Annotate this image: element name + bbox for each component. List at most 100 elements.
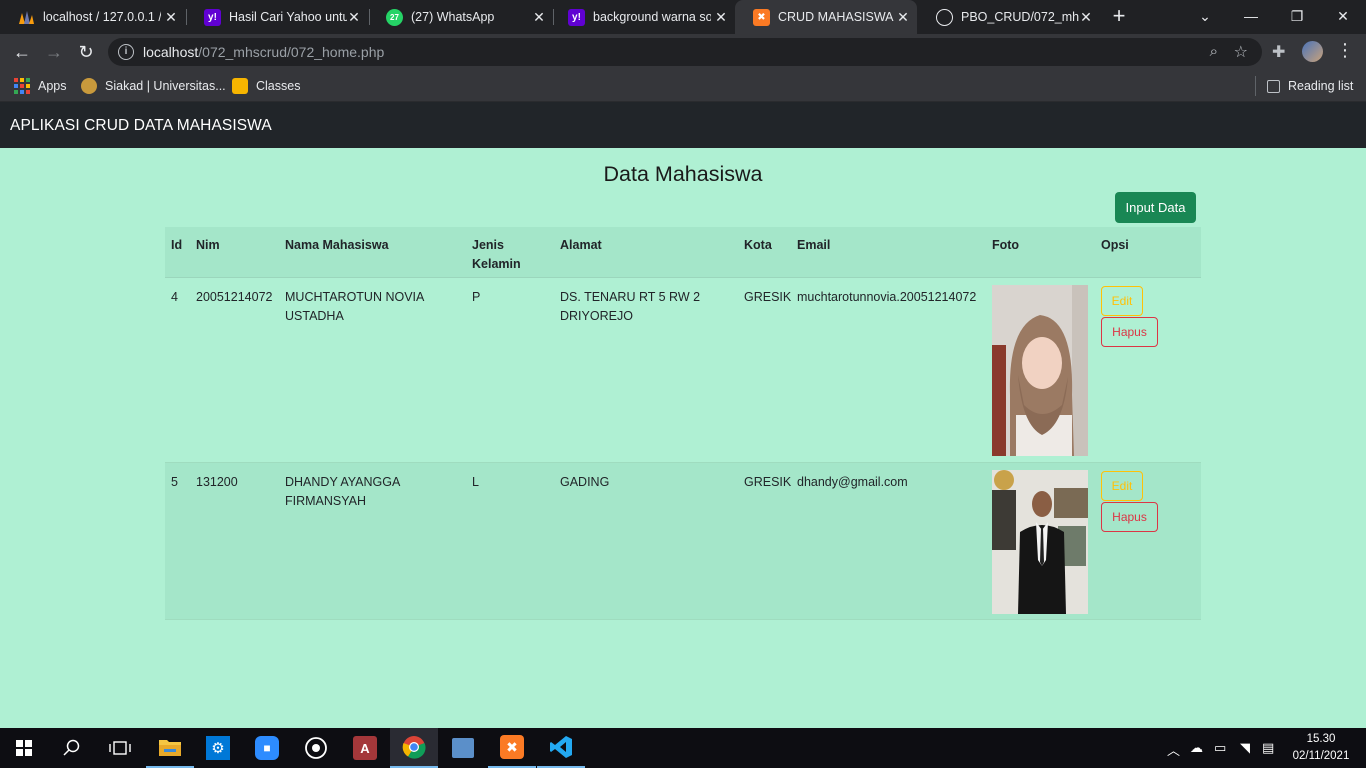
tab-github[interactable]: PBO_CRUD/072_mhsc ✕ <box>918 0 1100 34</box>
close-icon[interactable]: ✕ <box>163 9 179 25</box>
reading-list-button[interactable]: Reading list <box>1267 76 1353 96</box>
header-id: Id <box>171 238 183 252</box>
cortana-icon[interactable] <box>292 728 340 768</box>
header-alamat: Alamat <box>560 238 602 252</box>
tab-title: localhost / 127.0.0.1 / <box>43 10 161 24</box>
cell-kota: GRESIK <box>744 475 792 489</box>
input-data-button[interactable]: Input Data <box>1115 192 1196 223</box>
battery-icon[interactable]: ▭ <box>1214 740 1226 756</box>
cell-jenis-kelamin: L <box>472 475 479 489</box>
tab-yahoo-background[interactable]: y! background warna sof ✕ <box>550 0 735 34</box>
app-navbar: APLIKASI CRUD DATA MAHASISWA <box>0 102 1366 148</box>
cell-email: dhandy@gmail.com <box>797 475 908 489</box>
header-nim: Nim <box>196 238 220 252</box>
close-icon[interactable]: ✕ <box>1078 9 1094 25</box>
table-row: 4 20051214072 MUCHTAROTUN NOVIA USTADHA … <box>165 278 1201 463</box>
bookmark-siakad[interactable]: Siakad | Universitas... <box>81 76 226 96</box>
close-window-button[interactable]: ✕ <box>1320 0 1366 34</box>
forward-button[interactable]: → <box>42 40 66 64</box>
system-clock[interactable]: 15.30 02/11/2021 <box>1288 731 1354 765</box>
edit-button[interactable]: Edit <box>1101 471 1143 501</box>
back-button[interactable]: ← <box>10 40 34 64</box>
bookmark-star-icon[interactable]: ☆ <box>1234 42 1248 62</box>
new-tab-button[interactable]: + <box>1108 5 1130 28</box>
close-icon[interactable]: ✕ <box>531 9 547 25</box>
tab-title: (27) WhatsApp <box>411 10 495 24</box>
tab-phpmyadmin[interactable]: localhost / 127.0.0.1 / ✕ <box>0 0 185 34</box>
tab-search-button[interactable]: ⌄ <box>1182 0 1228 34</box>
navbar-brand[interactable]: APLIKASI CRUD DATA MAHASISWA <box>10 117 272 135</box>
browser-toolbar: ← → ↻ i localhost/072_mhscrud/072_home.p… <box>0 34 1366 70</box>
minimize-button[interactable]: — <box>1228 0 1274 34</box>
cell-alamat: DS. TENARU RT 5 RW 2 DRIYOREJO <box>560 290 701 323</box>
bookmark-label: Siakad | Universitas... <box>105 79 226 93</box>
delete-button[interactable]: Hapus <box>1101 502 1158 532</box>
whatsapp-icon: 27 <box>386 8 403 26</box>
university-logo-icon <box>81 78 97 94</box>
classroom-icon <box>232 78 248 94</box>
extensions-icon[interactable]: ✚ <box>1272 42 1285 62</box>
vscode-icon[interactable] <box>537 728 585 768</box>
maximize-button[interactable]: ❐ <box>1274 0 1320 34</box>
chevron-up-icon[interactable]: ︿ <box>1167 740 1180 759</box>
close-icon[interactable]: ✕ <box>713 9 729 25</box>
address-bar[interactable]: i localhost/072_mhscrud/072_home.php ⌕ ☆ <box>108 38 1262 66</box>
cell-id: 5 <box>171 475 178 489</box>
student-photo <box>992 285 1088 456</box>
network-app-icon[interactable] <box>439 728 487 768</box>
student-photo <box>992 470 1088 614</box>
settings-app-icon[interactable]: ⚙ <box>194 728 242 768</box>
edit-button[interactable]: Edit <box>1101 286 1143 316</box>
tab-title: background warna sof <box>593 10 711 24</box>
clock-date: 02/11/2021 <box>1292 750 1350 762</box>
tab-title: CRUD MAHASISWA <box>778 10 894 24</box>
notification-icon[interactable]: ▤ <box>1262 740 1274 756</box>
bookmark-classes[interactable]: Classes <box>232 76 300 96</box>
page-title: Data Mahasiswa <box>603 162 763 186</box>
task-view-icon[interactable] <box>96 728 144 768</box>
bookmark-apps[interactable]: Apps <box>14 76 67 96</box>
url-text: localhost/072_mhscrud/072_home.php <box>143 44 385 60</box>
chrome-icon[interactable] <box>390 728 438 768</box>
zoom-app-icon[interactable]: ■ <box>243 728 291 768</box>
search-icon[interactable] <box>48 728 96 768</box>
bookmark-label: Apps <box>38 79 67 93</box>
table-row: 5 131200 DHANDY AYANGGA FIRMANSYAH L GAD… <box>165 463 1201 620</box>
bookmarks-bar: Apps Siakad | Universitas... Classes Rea… <box>0 70 1366 102</box>
cell-nim: 20051214072 <box>196 290 273 304</box>
delete-button[interactable]: Hapus <box>1101 317 1158 347</box>
access-app-icon[interactable]: A <box>341 728 389 768</box>
phpmyadmin-icon <box>18 9 35 26</box>
reading-list-icon <box>1267 79 1280 93</box>
cell-jenis-kelamin: P <box>472 290 481 304</box>
browser-tab-strip: localhost / 127.0.0.1 / ✕ y! Hasil Cari … <box>0 0 1366 34</box>
xampp-icon: ✖ <box>753 8 770 26</box>
tab-crud-mahasiswa[interactable]: ✖ CRUD MAHASISWA ✕ <box>735 0 917 34</box>
close-icon[interactable]: ✕ <box>895 9 911 25</box>
windows-start-icon[interactable] <box>0 728 48 768</box>
file-explorer-icon[interactable] <box>146 728 194 768</box>
menu-icon[interactable]: ⋮ <box>1336 40 1354 61</box>
profile-avatar[interactable] <box>1302 41 1323 62</box>
tab-whatsapp[interactable]: 27 (27) WhatsApp ✕ <box>368 0 553 34</box>
reload-button[interactable]: ↻ <box>74 40 98 64</box>
onedrive-icon[interactable]: ☁ <box>1190 740 1203 756</box>
header-nama: Nama Mahasiswa <box>285 238 389 252</box>
page-content: Data Mahasiswa Input Data Id Nim Nama Ma… <box>0 148 1366 728</box>
windows-taskbar: ⚙ ■ A ✖ ︿ ☁ ▭ ◥ ▤ 15.30 02/11/2021 <box>0 728 1366 768</box>
wifi-icon[interactable]: ◥ <box>1240 740 1250 756</box>
info-icon[interactable]: i <box>118 44 134 60</box>
apps-grid-icon <box>14 78 30 94</box>
header-jenis-kelamin: Jenis Kelamin <box>472 238 521 271</box>
cell-kota: GRESIK <box>744 290 792 304</box>
bookmark-label: Classes <box>256 79 301 93</box>
tab-yahoo-search[interactable]: y! Hasil Cari Yahoo untuk ✕ <box>186 0 368 34</box>
yahoo-icon: y! <box>568 8 585 26</box>
xampp-app-icon[interactable]: ✖ <box>488 728 536 768</box>
header-email: Email <box>797 238 831 252</box>
tab-title: PBO_CRUD/072_mhsc <box>961 10 1079 24</box>
zoom-icon[interactable]: ⌕ <box>1210 43 1218 60</box>
clock-time: 15.30 <box>1306 733 1336 745</box>
cell-alamat: GADING <box>560 475 610 489</box>
close-icon[interactable]: ✕ <box>346 9 362 25</box>
